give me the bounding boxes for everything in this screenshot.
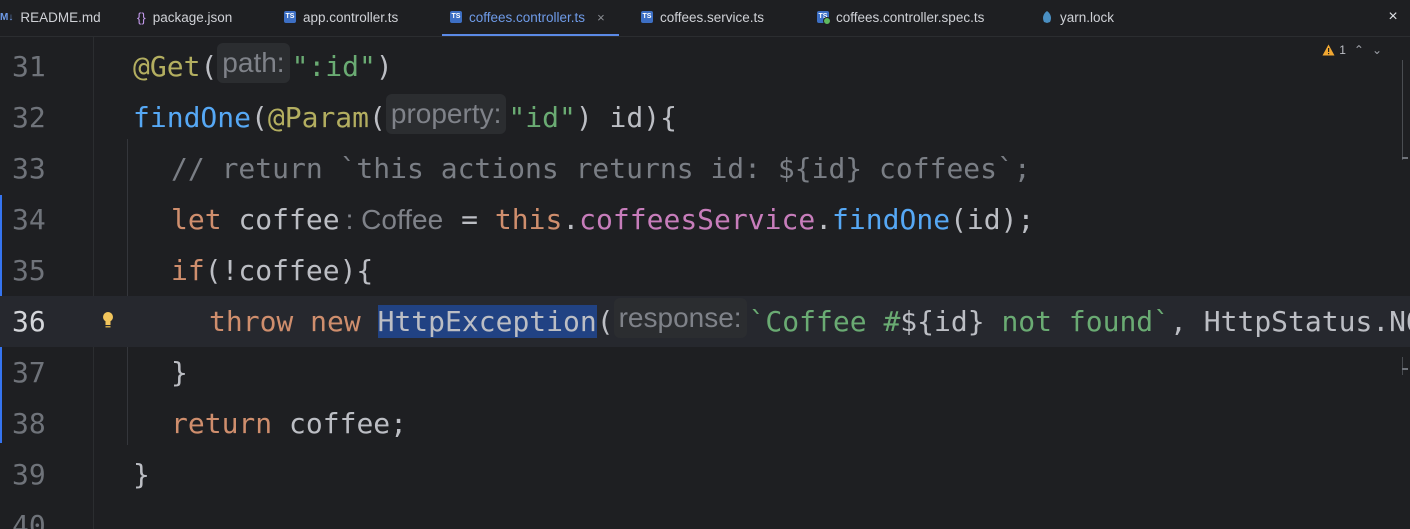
code-line[interactable]: 40 <box>0 500 1410 529</box>
code-line[interactable]: 31 @Get(path: ":id") <box>0 41 1410 92</box>
code-text: if(!coffee){ <box>171 254 374 287</box>
line-number: 31 <box>12 50 46 83</box>
code-line[interactable]: 34 let coffee: Coffee = this.coffeesServi… <box>0 194 1410 245</box>
type-hint: : Coffee <box>345 204 444 235</box>
markdown-icon: M↓ <box>0 11 14 23</box>
tab-coffees-service[interactable]: TS coffees.service.ts <box>641 0 764 34</box>
line-number: 32 <box>12 101 46 134</box>
yarn-icon <box>1041 11 1053 23</box>
code-text: } <box>133 458 150 491</box>
problems-indicator[interactable]: 1 ⌃ ⌄ <box>1322 41 1382 59</box>
tab-yarn-lock[interactable]: yarn.lock <box>1041 0 1114 34</box>
tab-coffees-controller-spec[interactable]: TS coffees.controller.spec.ts <box>817 0 984 34</box>
code-line[interactable]: 39 } <box>0 449 1410 500</box>
typescript-icon: TS <box>450 11 462 23</box>
line-number: 36 <box>12 305 46 338</box>
code-text: @Get(path: ":id") <box>133 41 393 92</box>
tab-label: coffees.controller.ts <box>469 9 586 25</box>
code-text: throw new HttpException(response: `Coffee… <box>209 296 1410 347</box>
warning-icon <box>1322 44 1335 56</box>
tab-label: README.md <box>20 9 101 25</box>
code-line[interactable]: 33 // return `this actions returns id: $… <box>0 143 1410 194</box>
tab-app-controller[interactable]: TS app.controller.ts <box>284 0 398 34</box>
tab-package-json[interactable]: {} package.json <box>137 0 232 34</box>
code-editor[interactable]: 31 @Get(path: ":id") 32 findOne(@Param(pr… <box>0 37 1410 529</box>
parameter-hint: property: <box>385 94 507 134</box>
close-icon[interactable]: × <box>1382 4 1404 30</box>
code-text: let coffee: Coffee = this.coffeesService.… <box>171 194 1034 245</box>
chevron-down-icon[interactable]: ⌄ <box>1372 43 1382 57</box>
scrollbar-marker <box>1402 157 1408 159</box>
tab-coffees-controller[interactable]: TS coffees.controller.ts × <box>442 0 619 36</box>
scrollbar-marker <box>1402 368 1408 370</box>
tab-readme[interactable]: M↓ README.md <box>0 0 101 34</box>
json-icon: {} <box>137 9 146 25</box>
tab-label: coffees.service.ts <box>660 9 765 25</box>
scrollbar-track[interactable] <box>1402 60 1403 160</box>
tab-label: package.json <box>152 9 233 25</box>
close-tab-icon[interactable]: × <box>597 10 605 25</box>
tab-label: yarn.lock <box>1060 9 1115 25</box>
warning-count: 1 <box>1339 43 1346 57</box>
typescript-icon: TS <box>284 11 296 23</box>
line-number: 35 <box>12 254 46 287</box>
chevron-up-icon[interactable]: ⌃ <box>1354 43 1364 57</box>
code-text: } <box>171 356 188 389</box>
scrollbar-track[interactable] <box>1402 357 1403 375</box>
code-line[interactable]: 35 if(!coffee){ <box>0 245 1410 296</box>
typescript-icon: TS <box>641 11 653 23</box>
code-line[interactable]: 38 return coffee; <box>0 398 1410 449</box>
lightbulb-icon[interactable] <box>100 310 116 332</box>
parameter-hint: path: <box>217 43 290 83</box>
parameter-hint: response: <box>613 298 747 338</box>
code-line[interactable]: 32 findOne(@Param(property: "id") id){ <box>0 92 1410 143</box>
code-text: findOne(@Param(property: "id") id){ <box>133 92 677 143</box>
code-text: return coffee; <box>171 407 408 440</box>
line-number: 38 <box>12 407 46 440</box>
line-number: 37 <box>12 356 46 389</box>
line-number: 40 <box>12 509 46 529</box>
line-number: 34 <box>12 203 46 236</box>
code-line-current[interactable]: 36 throw new HttpException(response: `Cof… <box>0 296 1410 347</box>
code-comment: // return `this actions returns id: ${id… <box>171 152 1031 185</box>
code-line[interactable]: 37 } <box>0 347 1410 398</box>
typescript-test-icon: TS <box>817 11 831 25</box>
tab-label: app.controller.ts <box>303 9 399 25</box>
ide-window: M↓ README.md {} package.json TS app.cont… <box>0 0 1410 529</box>
tab-label: coffees.controller.spec.ts <box>836 9 985 25</box>
editor-tab-bar: M↓ README.md {} package.json TS app.cont… <box>0 0 1410 37</box>
line-number: 39 <box>12 458 46 491</box>
selected-text[interactable]: HttpException <box>377 305 597 338</box>
line-number: 33 <box>12 152 46 185</box>
